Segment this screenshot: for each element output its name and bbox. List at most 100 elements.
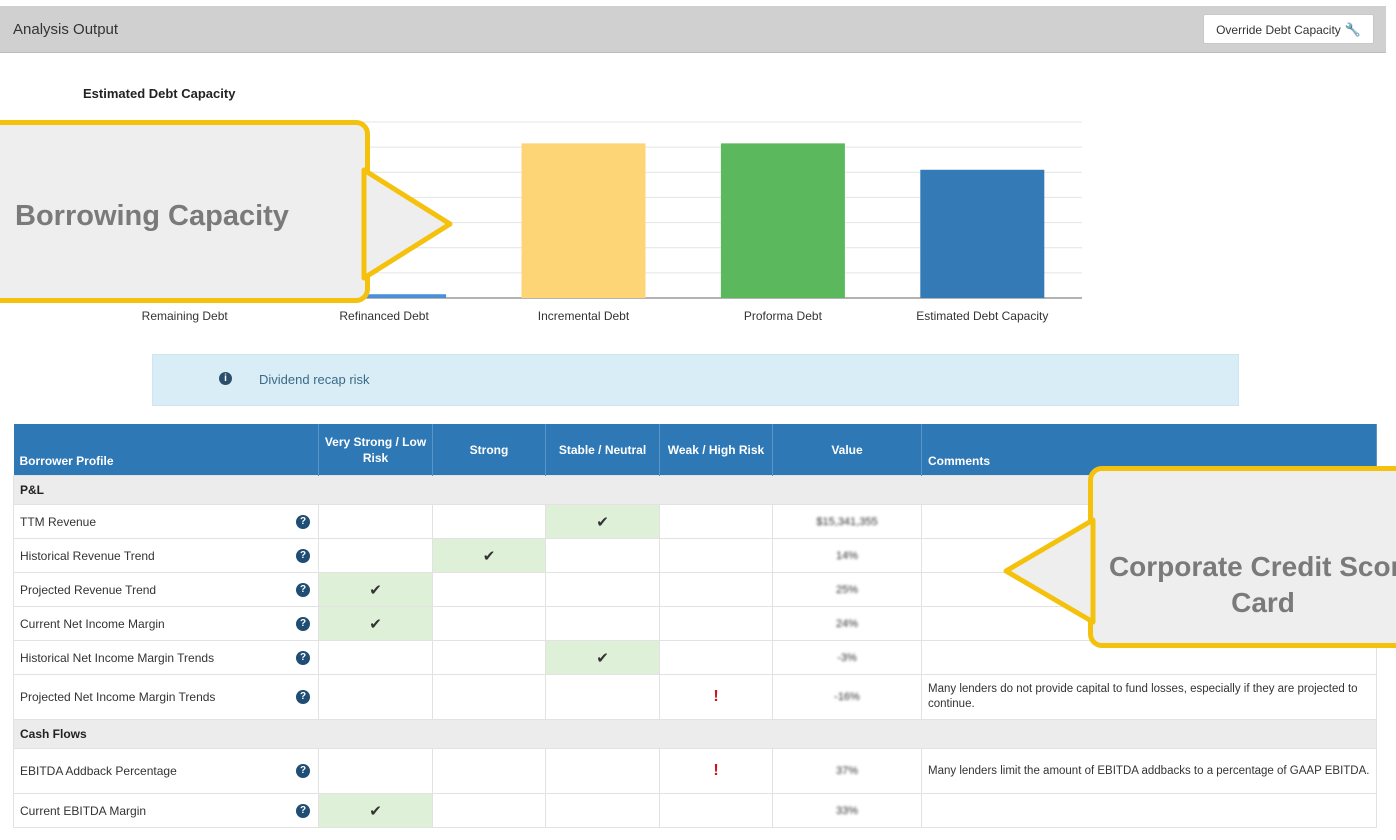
rating-cell	[545, 572, 660, 607]
rating-cell-selected: ✔	[318, 572, 433, 607]
checkmark-icon: ✔	[369, 615, 382, 633]
alert-text: Dividend recap risk	[259, 372, 370, 387]
credit-score-card-callout: Corporate Credit Score Card	[1088, 466, 1396, 648]
value-cell: 33%	[772, 793, 922, 828]
comment-cell: Many lenders limit the amount of EBITDA …	[921, 748, 1377, 794]
rating-cell	[318, 748, 433, 794]
rating-cell	[432, 793, 546, 828]
metric-label: Historical Net Income Margin Trends	[20, 650, 215, 665]
column-header: Very Strong / Low Risk	[318, 424, 433, 476]
comment-cell: Many lenders do not provide capital to f…	[921, 674, 1377, 720]
warning-icon: !	[713, 688, 719, 705]
rating-cell	[659, 640, 773, 675]
rating-cell	[545, 674, 660, 720]
value-cell: -3%	[772, 640, 922, 675]
value-cell: 14%	[772, 538, 922, 573]
bar	[920, 169, 1045, 298]
override-button-label: Override Debt Capacity	[1216, 23, 1341, 37]
rating-cell	[318, 674, 433, 720]
section-row: Cash Flows	[13, 719, 1377, 749]
rating-cell	[659, 606, 773, 641]
rating-cell-selected: ✔	[318, 606, 433, 641]
rating-cell-warning: !	[659, 674, 773, 720]
rating-cell	[659, 504, 773, 539]
category-label: Estimated Debt Capacity	[916, 309, 1048, 323]
callout-label: Borrowing Capacity	[15, 200, 289, 232]
value-cell: 37%	[772, 748, 922, 794]
rating-cell	[545, 793, 660, 828]
table-row: Current EBITDA Margin? ✔ 33%	[13, 793, 1377, 828]
bar	[720, 143, 845, 298]
rating-cell-selected: ✔	[545, 640, 660, 675]
metric-cell: TTM Revenue?	[13, 504, 319, 539]
metric-label: Current Net Income Margin	[20, 616, 165, 631]
value-cell: 24%	[772, 606, 922, 641]
metric-label: Current EBITDA Margin	[20, 803, 147, 818]
callout-pointer	[361, 167, 453, 281]
metric-cell: Current EBITDA Margin?	[13, 793, 319, 828]
rating-cell	[659, 793, 773, 828]
checkmark-icon: ✔	[596, 513, 609, 531]
metric-label: Projected Net Income Margin Trends	[20, 690, 216, 704]
dividend-recap-alert: i Dividend recap risk	[152, 354, 1239, 406]
rating-cell	[545, 748, 660, 794]
callout-pointer	[1003, 517, 1096, 625]
rating-cell-selected: ✔	[432, 538, 546, 573]
value-cell: $15,341,355	[772, 504, 922, 539]
panel-title: Analysis Output	[13, 21, 119, 38]
override-debt-capacity-button[interactable]: Override Debt Capacity 🔧	[1203, 14, 1374, 44]
help-icon[interactable]: ?	[296, 514, 310, 529]
help-icon[interactable]: ?	[296, 548, 310, 563]
rating-cell	[432, 640, 546, 675]
info-icon: i	[219, 372, 232, 385]
column-header: Strong	[432, 424, 546, 476]
rating-cell	[432, 674, 546, 720]
rating-cell-selected: ✔	[318, 793, 433, 828]
help-icon[interactable]: ?	[296, 582, 310, 597]
value-cell: 25%	[772, 572, 922, 607]
rating-cell	[318, 538, 433, 573]
metric-cell: Current Net Income Margin?	[13, 606, 319, 641]
checkmark-icon: ✔	[369, 802, 382, 820]
metric-cell: Projected Revenue Trend?	[13, 572, 319, 607]
rating-cell	[432, 606, 546, 641]
category-label: Refinanced Debt	[339, 309, 429, 323]
panel-header: Analysis Output Override Debt Capacity 🔧	[0, 6, 1386, 53]
callout-label: Corporate Credit Score Card	[1108, 551, 1396, 618]
metric-cell: EBITDA Addback Percentage?	[13, 748, 319, 794]
column-header: Borrower Profile	[13, 424, 319, 476]
value-cell: -16%	[772, 674, 922, 720]
metric-cell: Historical Revenue Trend?	[13, 538, 319, 573]
category-label: Proforma Debt	[744, 309, 823, 323]
rating-cell	[432, 572, 546, 607]
comment-cell	[921, 793, 1377, 828]
checkmark-icon: ✔	[482, 547, 496, 565]
warning-icon: !	[713, 762, 719, 779]
help-icon[interactable]: ?	[296, 764, 310, 778]
metric-label: TTM Revenue	[20, 514, 97, 529]
column-header: Weak / High Risk	[659, 424, 773, 476]
help-icon[interactable]: ?	[296, 616, 310, 631]
category-label: Incremental Debt	[538, 309, 630, 323]
rating-cell	[545, 606, 660, 641]
rating-cell-selected: ✔	[545, 504, 660, 539]
category-label: Remaining Debt	[142, 309, 229, 323]
metric-label: Projected Revenue Trend	[20, 582, 157, 597]
help-icon[interactable]: ?	[296, 803, 310, 818]
column-header: Value	[772, 424, 922, 476]
borrowing-capacity-callout: Borrowing Capacity	[0, 120, 370, 303]
rating-cell	[318, 640, 433, 675]
rating-cell-warning: !	[659, 748, 773, 794]
section-title: Cash Flows	[13, 719, 1377, 749]
table-row: Projected Net Income Margin Trends?! -16%…	[13, 674, 1377, 720]
rating-cell	[545, 538, 660, 573]
rating-cell	[432, 504, 546, 539]
checkmark-icon: ✔	[596, 649, 609, 667]
column-header: Stable / Neutral	[545, 424, 660, 476]
help-icon[interactable]: ?	[296, 690, 310, 704]
help-icon[interactable]: ?	[296, 650, 310, 665]
chart-title: Estimated Debt Capacity	[83, 86, 236, 101]
checkmark-icon: ✔	[369, 581, 382, 599]
rating-cell	[432, 748, 546, 794]
metric-label: EBITDA Addback Percentage	[20, 764, 177, 778]
